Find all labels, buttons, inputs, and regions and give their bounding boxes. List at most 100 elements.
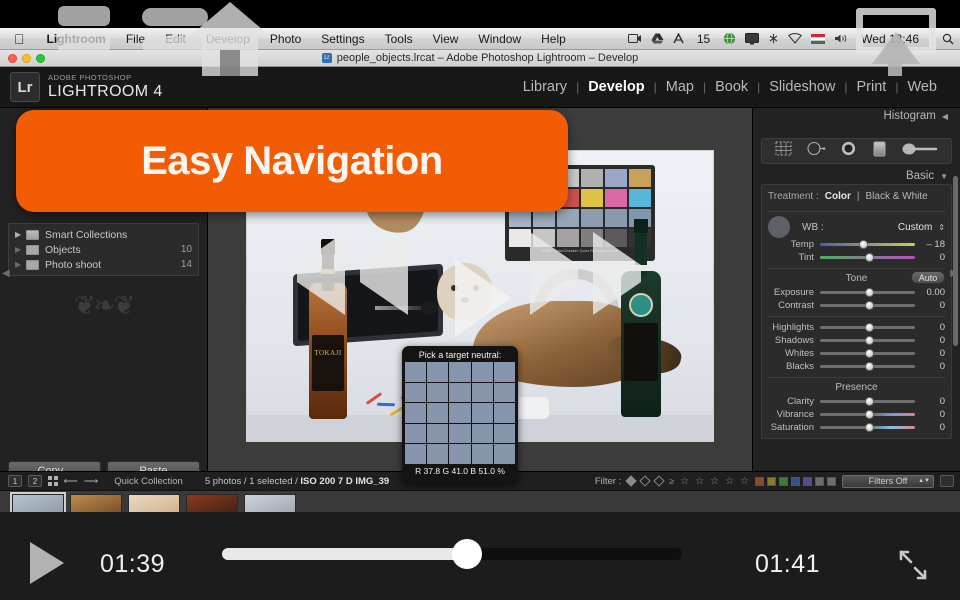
slider-exposure[interactable]: Exposure 0.00 bbox=[768, 286, 945, 299]
slider-track[interactable] bbox=[820, 335, 915, 345]
module-develop[interactable]: Develop bbox=[579, 79, 653, 95]
menu-lightroom[interactable]: Lightroom bbox=[37, 32, 116, 46]
menu-window[interactable]: Window bbox=[468, 32, 531, 46]
color-label-filter[interactable] bbox=[767, 476, 776, 486]
slider-temp[interactable]: Temp – 18 bbox=[768, 238, 945, 251]
flag-rejected-icon[interactable] bbox=[653, 475, 665, 487]
wifi-icon[interactable] bbox=[788, 33, 803, 44]
slider-knob[interactable] bbox=[864, 252, 874, 262]
rating-star-1[interactable]: ☆ bbox=[680, 476, 689, 487]
slider-track[interactable] bbox=[820, 422, 915, 432]
slider-track[interactable] bbox=[820, 409, 915, 419]
spot-removal-icon[interactable] bbox=[807, 141, 826, 161]
google-drive-icon[interactable] bbox=[651, 33, 664, 44]
grid-view-icon[interactable] bbox=[48, 476, 58, 486]
slider-saturation[interactable]: Saturation 0 bbox=[768, 421, 945, 434]
wb-value[interactable]: Custom bbox=[898, 222, 932, 233]
slider-knob[interactable] bbox=[864, 396, 874, 406]
menu-edit[interactable]: Edit bbox=[155, 32, 196, 46]
color-label-filter[interactable] bbox=[803, 476, 812, 486]
slider-knob[interactable] bbox=[858, 239, 868, 249]
module-map[interactable]: Map bbox=[657, 79, 703, 95]
slider-track[interactable] bbox=[820, 348, 915, 358]
collection-row-smart[interactable]: ▶ Smart Collections bbox=[9, 227, 198, 242]
slider-knob[interactable] bbox=[864, 422, 874, 432]
menu-bar-pill[interactable] bbox=[142, 8, 208, 26]
slider-shadows[interactable]: Shadows 0 bbox=[768, 334, 945, 347]
menu-settings[interactable]: Settings bbox=[311, 32, 374, 46]
rating-star-5[interactable]: ☆ bbox=[740, 476, 749, 487]
rewind-icon[interactable] bbox=[297, 232, 345, 315]
slider-contrast[interactable]: Contrast 0 bbox=[768, 299, 945, 312]
fast-forward-icon-2[interactable] bbox=[593, 232, 641, 315]
slider-highlights[interactable]: Highlights 0 bbox=[768, 321, 945, 334]
collection-row-photo-shoot[interactable]: ▶ Photo shoot 14 bbox=[9, 257, 198, 272]
menu-icon[interactable] bbox=[58, 6, 110, 26]
fast-forward-icon[interactable] bbox=[530, 232, 578, 315]
page-button-2[interactable]: 2 bbox=[28, 475, 42, 487]
left-panel-collapse-icon[interactable]: ◀ bbox=[2, 268, 10, 279]
chevron-left-icon[interactable]: ◀ bbox=[942, 112, 948, 121]
module-print[interactable]: Print bbox=[847, 79, 895, 95]
slider-track[interactable] bbox=[820, 322, 915, 332]
slider-knob[interactable] bbox=[864, 409, 874, 419]
quick-collection-label[interactable]: Quick Collection bbox=[114, 476, 183, 487]
slider-knob[interactable] bbox=[864, 348, 874, 358]
rating-star-3[interactable]: ☆ bbox=[710, 476, 719, 487]
slider-track[interactable] bbox=[820, 361, 915, 371]
menu-help[interactable]: Help bbox=[531, 32, 576, 46]
disclosure-triangle-icon[interactable]: ▶ bbox=[15, 245, 26, 254]
arrow-left-icon[interactable]: ⟵ bbox=[64, 476, 78, 487]
bluetooth-icon[interactable] bbox=[768, 33, 779, 44]
screen-record-icon[interactable] bbox=[627, 33, 642, 44]
apple-icon[interactable]:  bbox=[14, 32, 25, 46]
right-panel-scrollbar[interactable] bbox=[953, 176, 958, 346]
filter-toggle-button[interactable] bbox=[940, 475, 954, 487]
color-label-filter[interactable] bbox=[827, 476, 836, 486]
module-book[interactable]: Book bbox=[706, 79, 757, 95]
flag-picked-icon[interactable] bbox=[625, 475, 637, 487]
menu-view[interactable]: View bbox=[423, 32, 469, 46]
menu-file[interactable]: File bbox=[116, 32, 155, 46]
disclosure-triangle-icon[interactable]: ▶ bbox=[15, 230, 26, 239]
globe-icon[interactable] bbox=[723, 32, 736, 45]
collection-row-objects[interactable]: ▶ Objects 10 bbox=[9, 242, 198, 257]
color-label-filter[interactable] bbox=[755, 476, 764, 486]
menu-photo[interactable]: Photo bbox=[260, 32, 311, 46]
treatment-bw-option[interactable]: Black & White bbox=[865, 191, 927, 202]
basic-header[interactable]: Basic ▼ bbox=[753, 168, 960, 184]
module-web[interactable]: Web bbox=[898, 79, 946, 95]
rating-star-4[interactable]: ☆ bbox=[725, 476, 734, 487]
slider-blacks[interactable]: Blacks 0 bbox=[768, 360, 945, 373]
meter-icon[interactable] bbox=[673, 33, 684, 44]
slider-vibrance[interactable]: Vibrance 0 bbox=[768, 408, 945, 421]
module-slideshow[interactable]: Slideshow bbox=[760, 79, 844, 95]
slider-knob[interactable] bbox=[864, 335, 874, 345]
slider-track[interactable] bbox=[820, 252, 915, 262]
minimize-button[interactable] bbox=[22, 54, 31, 63]
rating-operator[interactable]: ≥ bbox=[669, 476, 674, 486]
play-icon[interactable] bbox=[455, 259, 511, 337]
flag-icon[interactable] bbox=[811, 33, 826, 44]
slider-tint[interactable]: Tint 0 bbox=[768, 251, 945, 264]
slider-whites[interactable]: Whites 0 bbox=[768, 347, 945, 360]
slider-track[interactable] bbox=[820, 287, 915, 297]
slider-clarity[interactable]: Clarity 0 bbox=[768, 395, 945, 408]
wb-stepper-icon[interactable]: ⇕ bbox=[938, 223, 945, 232]
slider-track[interactable] bbox=[820, 396, 915, 406]
color-label-filter[interactable] bbox=[791, 476, 800, 486]
slider-track[interactable] bbox=[820, 239, 915, 249]
red-eye-icon[interactable] bbox=[840, 141, 857, 161]
slider-knob[interactable] bbox=[864, 287, 874, 297]
auto-tone-button[interactable]: Auto bbox=[911, 271, 945, 284]
histogram-header[interactable]: Histogram ◀ bbox=[753, 108, 960, 124]
close-button[interactable] bbox=[8, 54, 17, 63]
fullscreen-icon[interactable] bbox=[896, 548, 930, 582]
target-neutral-loupe[interactable]: Pick a target neutral: R 37.8 G 41.0 B 5… bbox=[402, 346, 518, 484]
slider-knob[interactable] bbox=[864, 300, 874, 310]
page-button-1[interactable]: 1 bbox=[8, 475, 22, 487]
play-button[interactable] bbox=[30, 542, 64, 584]
filters-dropdown[interactable]: Filters Off ▲▼ bbox=[842, 474, 934, 488]
rating-star-2[interactable]: ☆ bbox=[695, 476, 704, 487]
color-label-filter[interactable] bbox=[779, 476, 788, 486]
